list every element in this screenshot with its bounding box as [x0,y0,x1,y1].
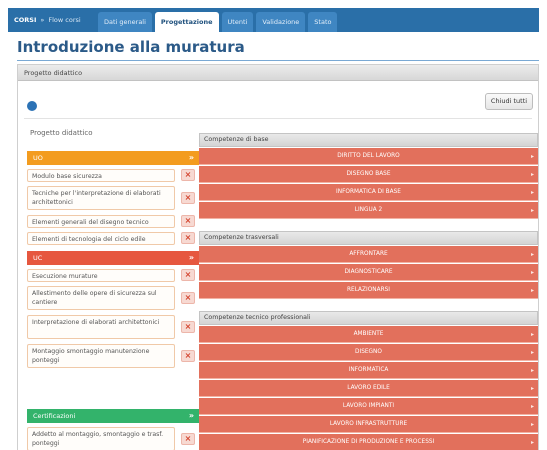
arrow-icon: ▸ [530,269,534,276]
competence-item[interactable]: Diagnosticare ▸ [199,264,538,281]
competence-label: Informatica di base [336,189,401,195]
competence-item[interactable]: Lavoro impianti ▸ [199,398,538,415]
arrow-icon: ▸ [530,349,534,356]
competence-item[interactable]: Informatica di base ▸ [199,184,538,201]
tab-progettazione[interactable]: Progettazione [154,12,219,32]
competence-item[interactable]: Pianificazione di produzione e processi ▸ [199,434,538,450]
chevron-right-icon[interactable]: » [189,409,194,423]
category-certificazioni[interactable]: Certificazioni » [27,409,199,423]
arrow-icon: ▸ [530,287,534,294]
competence-label: Informatica [348,367,389,373]
close-all-button[interactable]: Chiudi tutti [485,93,533,110]
arrow-icon: ▸ [530,385,534,392]
competence-item[interactable]: Informatica ▸ [199,362,538,379]
arrow-icon: ▸ [530,403,534,410]
arrow-icon: ▸ [530,421,534,428]
competence-label: Lavoro impianti [342,403,395,409]
category-uc[interactable]: UC » [27,251,199,265]
competence-label: Lingua 2 [354,207,383,213]
progetto-panel: Progetto didattico Chiudi tutti Progetto… [17,64,539,450]
competence-item[interactable]: Lavoro infrastrutture ▸ [199,416,538,433]
competence-label: Ambiente [353,331,384,337]
info-icon[interactable] [27,101,37,111]
competence-item[interactable]: Lavoro edile ▸ [199,380,538,397]
competence-item[interactable]: Lingua 2 ▸ [199,202,538,219]
chevron-right-icon[interactable]: » [189,251,194,265]
arrow-icon: ▸ [530,153,534,160]
competence-label: Pianificazione di produzione e processi [302,439,435,445]
module-item[interactable]: Interpretazione di elaborati architetton… [27,315,175,339]
competence-item[interactable]: Ambiente ▸ [199,326,538,343]
arrow-icon: ▸ [530,207,534,214]
breadcrumb-home[interactable]: CORSI [14,16,36,24]
tab-utenti[interactable]: Utenti [221,12,254,32]
remove-icon[interactable]: × [181,292,195,304]
breadcrumb-separator: » [40,16,45,24]
module-item[interactable]: Elementi generali del disegno tecnico [27,215,175,228]
remove-icon[interactable]: × [181,321,195,333]
arrow-icon: ▸ [530,171,534,178]
category-label: UC [33,254,43,262]
competence-label: Affrontare [349,251,388,257]
arrow-icon: ▸ [530,251,534,258]
arrow-icon: ▸ [530,367,534,374]
arrow-icon: ▸ [530,189,534,196]
competence-item[interactable]: Relazionarsi ▸ [199,282,538,299]
module-item[interactable]: Esecuzione murature [27,269,175,282]
group-header-trasversali: Competenze trasversali [199,231,538,245]
divider [17,60,539,61]
competence-item[interactable]: Disegno base ▸ [199,166,538,183]
tab-bar: Dati generali Progettazione Utenti Valid… [98,12,338,32]
category-label: Certificazioni [33,412,76,420]
competence-label: Disegno base [346,171,391,177]
remove-icon[interactable]: × [181,232,195,244]
module-item[interactable]: Elementi di tecnologia del ciclo edile [27,232,175,245]
module-item[interactable]: Modulo base sicurezza [27,169,175,182]
breadcrumb: CORSI » Flow corsi [8,8,81,32]
module-item[interactable]: Tecniche per l'interpretazione di elabor… [27,186,175,210]
competence-label: Disegno [355,349,382,355]
competence-item[interactable]: Affrontare ▸ [199,246,538,263]
competence-label: Diagnosticare [344,269,393,275]
remove-icon[interactable]: × [181,169,195,181]
competence-label: Lavoro edile [347,385,390,391]
competence-item[interactable]: Diritto del lavoro ▸ [199,148,538,165]
group-header-base: Competenze di base [199,133,538,147]
remove-icon[interactable]: × [181,215,195,227]
page-title: Introduzione alla muratura [17,38,245,56]
tab-validazione[interactable]: Validazione [256,12,306,32]
category-uo[interactable]: UO » [27,151,199,165]
left-column-title: Progetto didattico [30,129,93,137]
module-item[interactable]: Allestimento delle opere di sicurezza su… [27,286,175,310]
tab-dati-generali[interactable]: Dati generali [98,12,152,32]
breadcrumb-current[interactable]: Flow corsi [48,16,80,24]
arrow-icon: ▸ [530,331,534,338]
category-label: UO [33,154,43,162]
panel-header: Progetto didattico [18,65,538,81]
top-nav-bar: CORSI » Flow corsi Dati generali Progett… [8,8,539,32]
module-item[interactable]: Montaggio smontaggio manutenzione ponteg… [27,344,175,368]
chevron-right-icon[interactable]: » [189,151,194,165]
remove-icon[interactable]: × [181,269,195,281]
module-item[interactable]: Addetto al montaggio, smontaggio e trasf… [27,427,175,450]
remove-icon[interactable]: × [181,433,195,445]
remove-icon[interactable]: × [181,350,195,362]
competence-label: Lavoro infrastrutture [329,421,408,427]
competence-item[interactable]: Disegno ▸ [199,344,538,361]
competence-label: Diritto del lavoro [337,153,400,159]
tab-stato[interactable]: Stato [308,12,338,32]
divider [24,118,532,119]
competence-label: Relazionarsi [347,287,390,293]
remove-icon[interactable]: × [181,192,195,204]
arrow-icon: ▸ [530,439,534,446]
group-header-tecnico: Competenze tecnico professionali [199,311,538,325]
